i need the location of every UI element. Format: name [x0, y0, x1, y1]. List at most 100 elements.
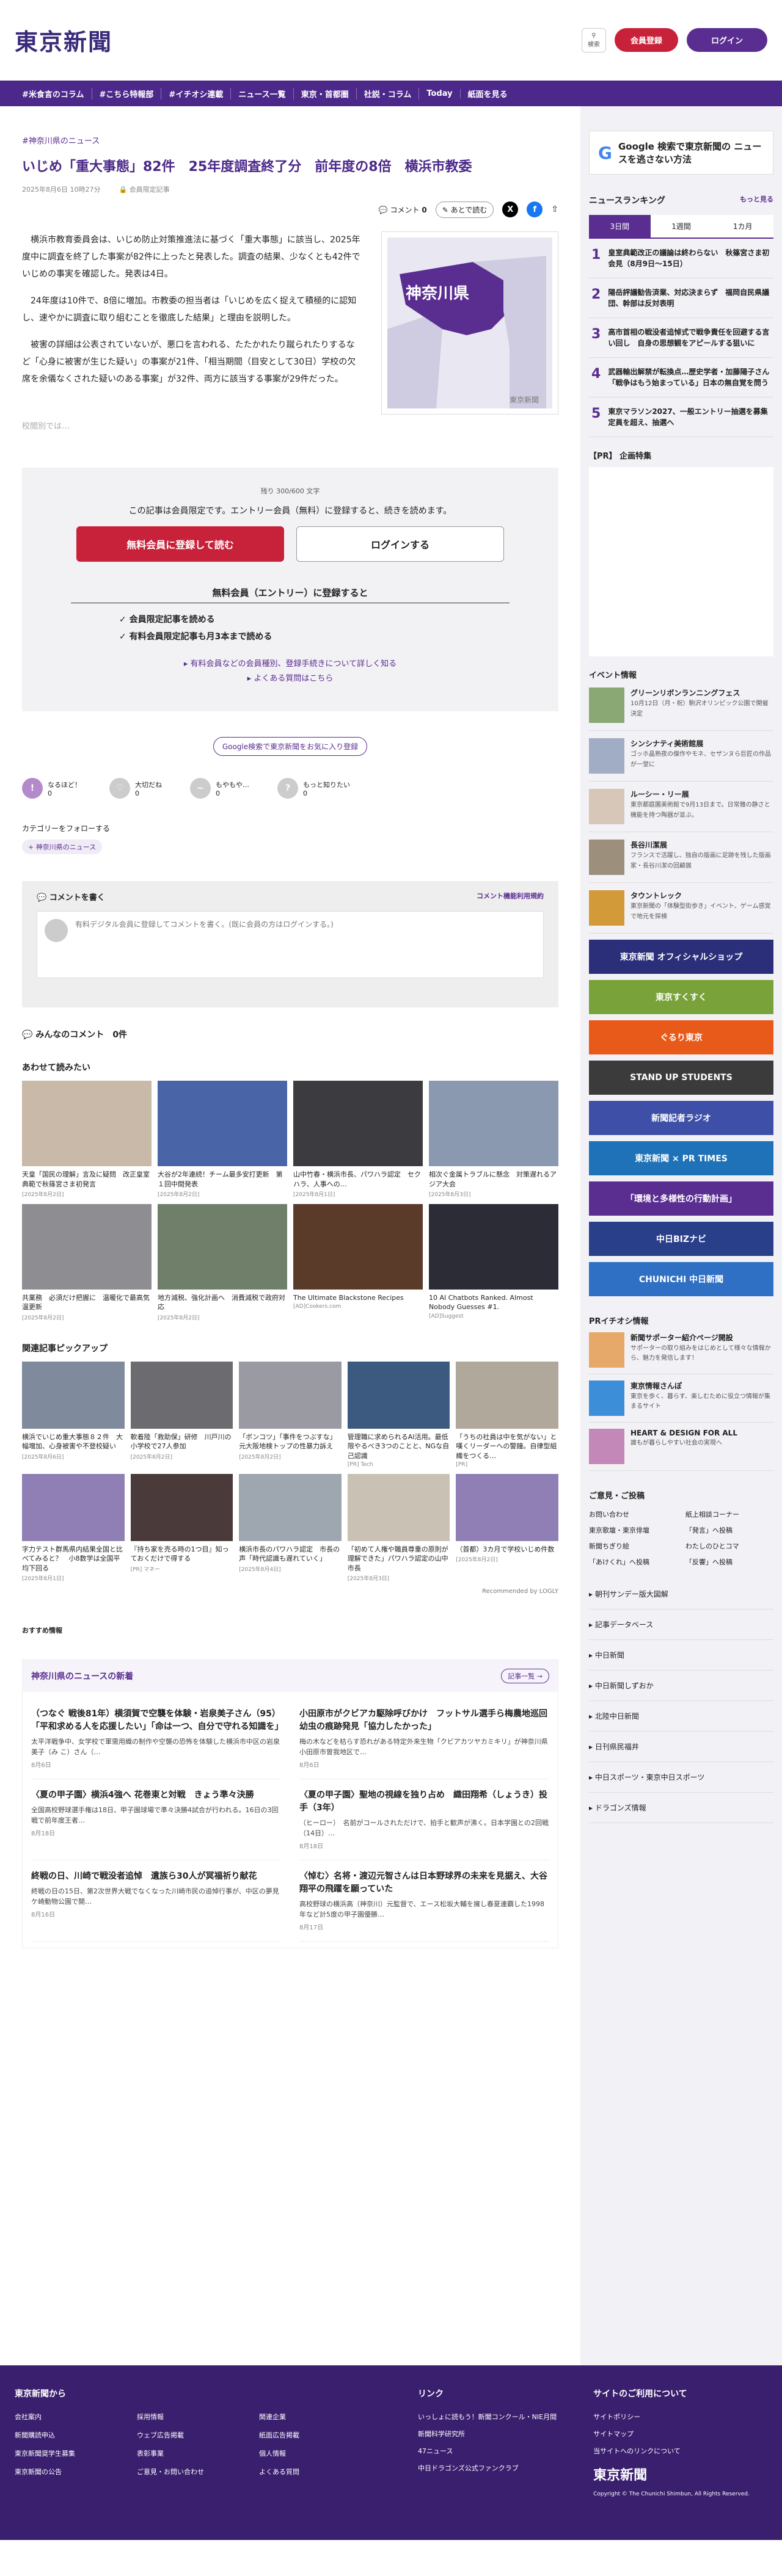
- banner-gururi[interactable]: ぐるり東京: [589, 1020, 773, 1054]
- tab-1month[interactable]: 1カ月: [712, 215, 774, 238]
- footer-link[interactable]: 47ニュース: [418, 2446, 557, 2456]
- recommend-card[interactable]: 10 AI Chatbots Ranked. Almost Nobody Gue…: [429, 1203, 558, 1321]
- opinion-link[interactable]: わたしのひとコマ: [685, 1541, 773, 1551]
- pr-pick-item[interactable]: 東京情報さんぽ 東京を歩く、暮らす、楽しむために役立つ情報が集まるサイト: [589, 1374, 773, 1423]
- ranking-item[interactable]: 1 皇室典範改正の議論は終わらない 秋篠宮さま初会見（8月9日〜15日）: [589, 239, 773, 278]
- pickup-card[interactable]: 管理職に求められるAI活用。最低限やるべき3つのことと、NGな自己認識 [PR] …: [347, 1361, 450, 1468]
- related-site-link[interactable]: ▸ 中日新聞しずおか: [589, 1671, 773, 1701]
- related-site-link[interactable]: ▸ 中日スポーツ・東京中日スポーツ: [589, 1762, 773, 1793]
- related-site-link[interactable]: ▸ 朝刊サンデー版大図解: [589, 1579, 773, 1609]
- search-button[interactable]: ⚲ 検索: [581, 27, 606, 53]
- pickup-card[interactable]: 「初めて人権や職員尊重の原則が理解できた」パワハラ認定の山中市長 [2025年8月…: [347, 1473, 450, 1582]
- pr-pick-item[interactable]: HEART & DESIGN FOR ALL 誰もが暮らしやすい社会の実現へ: [589, 1423, 773, 1471]
- reaction-taisetsu[interactable]: ♡ 大切だね 0: [109, 778, 162, 799]
- event-item[interactable]: シンシナティ美術館展 ゴッホ晶熟夜の傑作やモネ、セザンヌら巨匠の作品が一堂に: [589, 731, 773, 782]
- footer-link[interactable]: 表彰事業: [137, 2448, 259, 2458]
- banner-sukusuku[interactable]: 東京すくすく: [589, 980, 773, 1014]
- site-logo[interactable]: 東京新聞: [15, 23, 112, 57]
- banner-radio[interactable]: 新聞記者ラジオ: [589, 1101, 773, 1135]
- footer-link[interactable]: 紙面広告掲載: [259, 2430, 381, 2440]
- recommend-card[interactable]: 共業務 必須だけ把握に 温暖化で最高気温更新 [2025年8月2日]: [22, 1203, 152, 1321]
- nav-item[interactable]: #米食言のコラム: [15, 87, 92, 100]
- related-site-link[interactable]: ▸ ドラゴンズ情報: [589, 1793, 773, 1823]
- pickup-card[interactable]: 字力テスト群馬県内結果全国と比べてみると？ 小8数学は全国平均下回る [2025年…: [22, 1473, 125, 1582]
- login-button[interactable]: ログイン: [686, 28, 767, 52]
- news-item[interactable]: 終戦の日、川崎で戦没者追悼 遺族ら30人が冥福祈り献花 終戦の日の15日、第2次世…: [31, 1860, 281, 1942]
- opinion-link[interactable]: 東京歌壇・東京俳壇: [589, 1525, 677, 1535]
- banner-biznavi[interactable]: 中日BIZナビ: [589, 1222, 773, 1256]
- related-site-link[interactable]: ▸ 中日新聞: [589, 1640, 773, 1671]
- comment-rules-link[interactable]: コメント機能利用規約: [477, 891, 544, 902]
- news-more-button[interactable]: 記事一覧 →: [501, 1669, 549, 1684]
- banner-chunichi[interactable]: CHUNICHI 中日新聞: [589, 1262, 773, 1296]
- reaction-motto[interactable]: ? もっと知りたい 0: [277, 778, 350, 799]
- x-share-icon[interactable]: X: [502, 201, 519, 218]
- ranking-item[interactable]: 2 陽岳評議勧告済業、対応決まらず 福岡自民県議団、幹部は反対表明: [589, 278, 773, 318]
- nav-item[interactable]: 東京・首都圏: [294, 87, 357, 100]
- nav-item[interactable]: ニュース一覧: [231, 87, 294, 100]
- recommend-card[interactable]: 地方減税、強化計画へ 消費減税で政府対応 [2025年8月2日]: [158, 1203, 287, 1321]
- tab-3days[interactable]: 3日間: [589, 215, 651, 238]
- footer-link[interactable]: サイトマップ: [593, 2429, 750, 2439]
- footer-link[interactable]: 新聞購読申込: [15, 2430, 137, 2440]
- share-icon[interactable]: ⇧: [551, 205, 558, 214]
- footer-logo[interactable]: 東京新聞: [593, 2464, 750, 2484]
- footer-link[interactable]: よくある質問: [259, 2467, 381, 2476]
- news-item[interactable]: 〈夏の甲子園〉横浜4強へ 花巻東と対戦 きょう準々決勝 全国高校野球選手権は18日…: [31, 1779, 281, 1861]
- footer-link[interactable]: ウェブ広告掲載: [137, 2430, 259, 2440]
- comment-input[interactable]: 有料デジタル会員に登録してコメントを書く。(既に会員の方はログインする。): [37, 911, 544, 979]
- banner-environment[interactable]: 「環境と多様性の行動計画」: [589, 1181, 773, 1216]
- event-item[interactable]: タウントレック 東京新聞の「体験型街歩き」イベント、ゲーム感覚で地元を探検: [589, 883, 773, 934]
- tab-1week[interactable]: 1週間: [650, 215, 712, 238]
- nav-item[interactable]: #イチオシ連載: [161, 87, 232, 100]
- opinion-link[interactable]: 紙上相談コーナー: [685, 1509, 773, 1519]
- reaction-naruhodo[interactable]: ! なるほど！ 0: [22, 778, 81, 799]
- pickup-card[interactable]: 『持ち家を売る時の1つ目』知っておくだけで得する [PR] マネー: [130, 1473, 233, 1582]
- opinion-link[interactable]: 「あけくれ」へ投稿: [589, 1557, 677, 1567]
- related-site-link[interactable]: ▸ 記事データベース: [589, 1609, 773, 1640]
- facebook-share-icon[interactable]: f: [527, 201, 543, 218]
- footer-link[interactable]: 新聞科学研究所: [418, 2429, 557, 2439]
- related-site-link[interactable]: ▸ 日刊県民福井: [589, 1732, 773, 1762]
- opinion-link[interactable]: 「発言」へ投稿: [685, 1525, 773, 1535]
- nav-item[interactable]: Today: [419, 89, 461, 98]
- footer-link[interactable]: サイトポリシー: [593, 2412, 750, 2422]
- breadcrumb[interactable]: #神奈川県のニュース: [22, 134, 558, 146]
- recommend-card[interactable]: 大谷が2年連続！チーム最多安打更新 第１回中間発表 [2025年8月2日]: [158, 1081, 287, 1198]
- ranking-more-link[interactable]: もっと見る: [740, 194, 773, 206]
- reaction-moyamoya[interactable]: ~ もやもや… 0: [190, 778, 249, 799]
- footer-link[interactable]: いっしょに読もう！新聞コンクール・NIE月間: [418, 2412, 557, 2422]
- recommend-card[interactable]: 天皇「国民の理解」言及に疑問 改正皇室典範で秋篠宮さま初発言 [2025年8月2日…: [22, 1081, 152, 1198]
- ranking-item[interactable]: 4 武器輸出解禁が転換点…歴史学者・加藤陽子さん「戦争はもう始まっている」日本の無…: [589, 358, 773, 397]
- footer-link[interactable]: 採用情報: [137, 2412, 259, 2422]
- faq-link[interactable]: ▸ よくある質問はこちら: [71, 672, 510, 687]
- footer-link[interactable]: 関連企業: [259, 2412, 381, 2422]
- pr-pick-item[interactable]: 新聞サポーター紹介ページ開設 サポーターの取り組みをはじめとして様々な情報から、魅…: [589, 1326, 773, 1374]
- event-item[interactable]: 長谷川潔展 フランスで活躍し、独自の版画に足跡を残した版画家・長谷川潔の回顧展: [589, 832, 773, 883]
- pickup-card[interactable]: 「ボンコツ」「事件をつぶすな」元大阪地検トップの性暴力訴え [2025年8月2日]: [239, 1361, 342, 1468]
- banner-prtimes[interactable]: 東京新聞 × PR TIMES: [589, 1141, 773, 1175]
- free-register-button[interactable]: 無料会員に登録して読む: [76, 526, 284, 562]
- recommend-card[interactable]: The Ultimate Blackstone Recipes [AD]Cooke…: [293, 1203, 423, 1321]
- event-item[interactable]: グリーンリボンランニングフェス 10月12日（月・祝）駒沢オリンピック公園で開催決…: [589, 680, 773, 731]
- pickup-card[interactable]: 横浜市長のパワハラ認定 市長の声「時代認識も遅れていく」 [2025年8月4日]: [239, 1473, 342, 1582]
- opinion-link[interactable]: 「反響」へ投稿: [685, 1557, 773, 1567]
- footer-link[interactable]: 個人情報: [259, 2448, 381, 2458]
- footer-link[interactable]: 東京新聞の公告: [15, 2467, 137, 2476]
- comment-count-chip[interactable]: 💬 コメント 0: [379, 205, 427, 215]
- footer-link[interactable]: 中日ドラゴンズ公式ファンクラブ: [418, 2463, 557, 2473]
- footer-link[interactable]: ご意見・お問い合わせ: [137, 2467, 259, 2476]
- footer-link[interactable]: 東京新聞奨学生募集: [15, 2448, 137, 2458]
- pickup-card[interactable]: 軟着陸「救助保」研修 川戸川の小学校で27人参加 [2025年8月2日]: [130, 1361, 233, 1468]
- paywall-login-button[interactable]: ログインする: [296, 526, 504, 562]
- pickup-card[interactable]: 「うちの社員は中を気がない」と嘆くリーダーへの警鐘。自律型組織をつくる… [PR]: [456, 1361, 558, 1468]
- pickup-card[interactable]: 横浜でいじめ重大事態８２件 大幅増加、心身被害や不登校疑い [2025年8月6日]: [22, 1361, 125, 1468]
- related-site-link[interactable]: ▸ 北陸中日新聞: [589, 1701, 773, 1732]
- banner-official-shop[interactable]: 東京新聞 オフィシャルショップ: [589, 940, 773, 974]
- ranking-item[interactable]: 5 東京マラソン2027、一般エントリー抽選を募集定員を超え、抽選へ: [589, 397, 773, 437]
- nav-item[interactable]: #こちら特報部: [92, 87, 162, 100]
- news-item[interactable]: 〈夏の甲子園〉聖地の視線を独り占め 織田翔希（しょうき）投手（3年） （ヒーロー）…: [299, 1779, 549, 1861]
- footer-link[interactable]: 当サイトへのリンクについて: [593, 2446, 750, 2456]
- nav-item[interactable]: 社説・コラム: [357, 87, 420, 100]
- bookmark-button[interactable]: ✎ あとで読む: [435, 201, 494, 218]
